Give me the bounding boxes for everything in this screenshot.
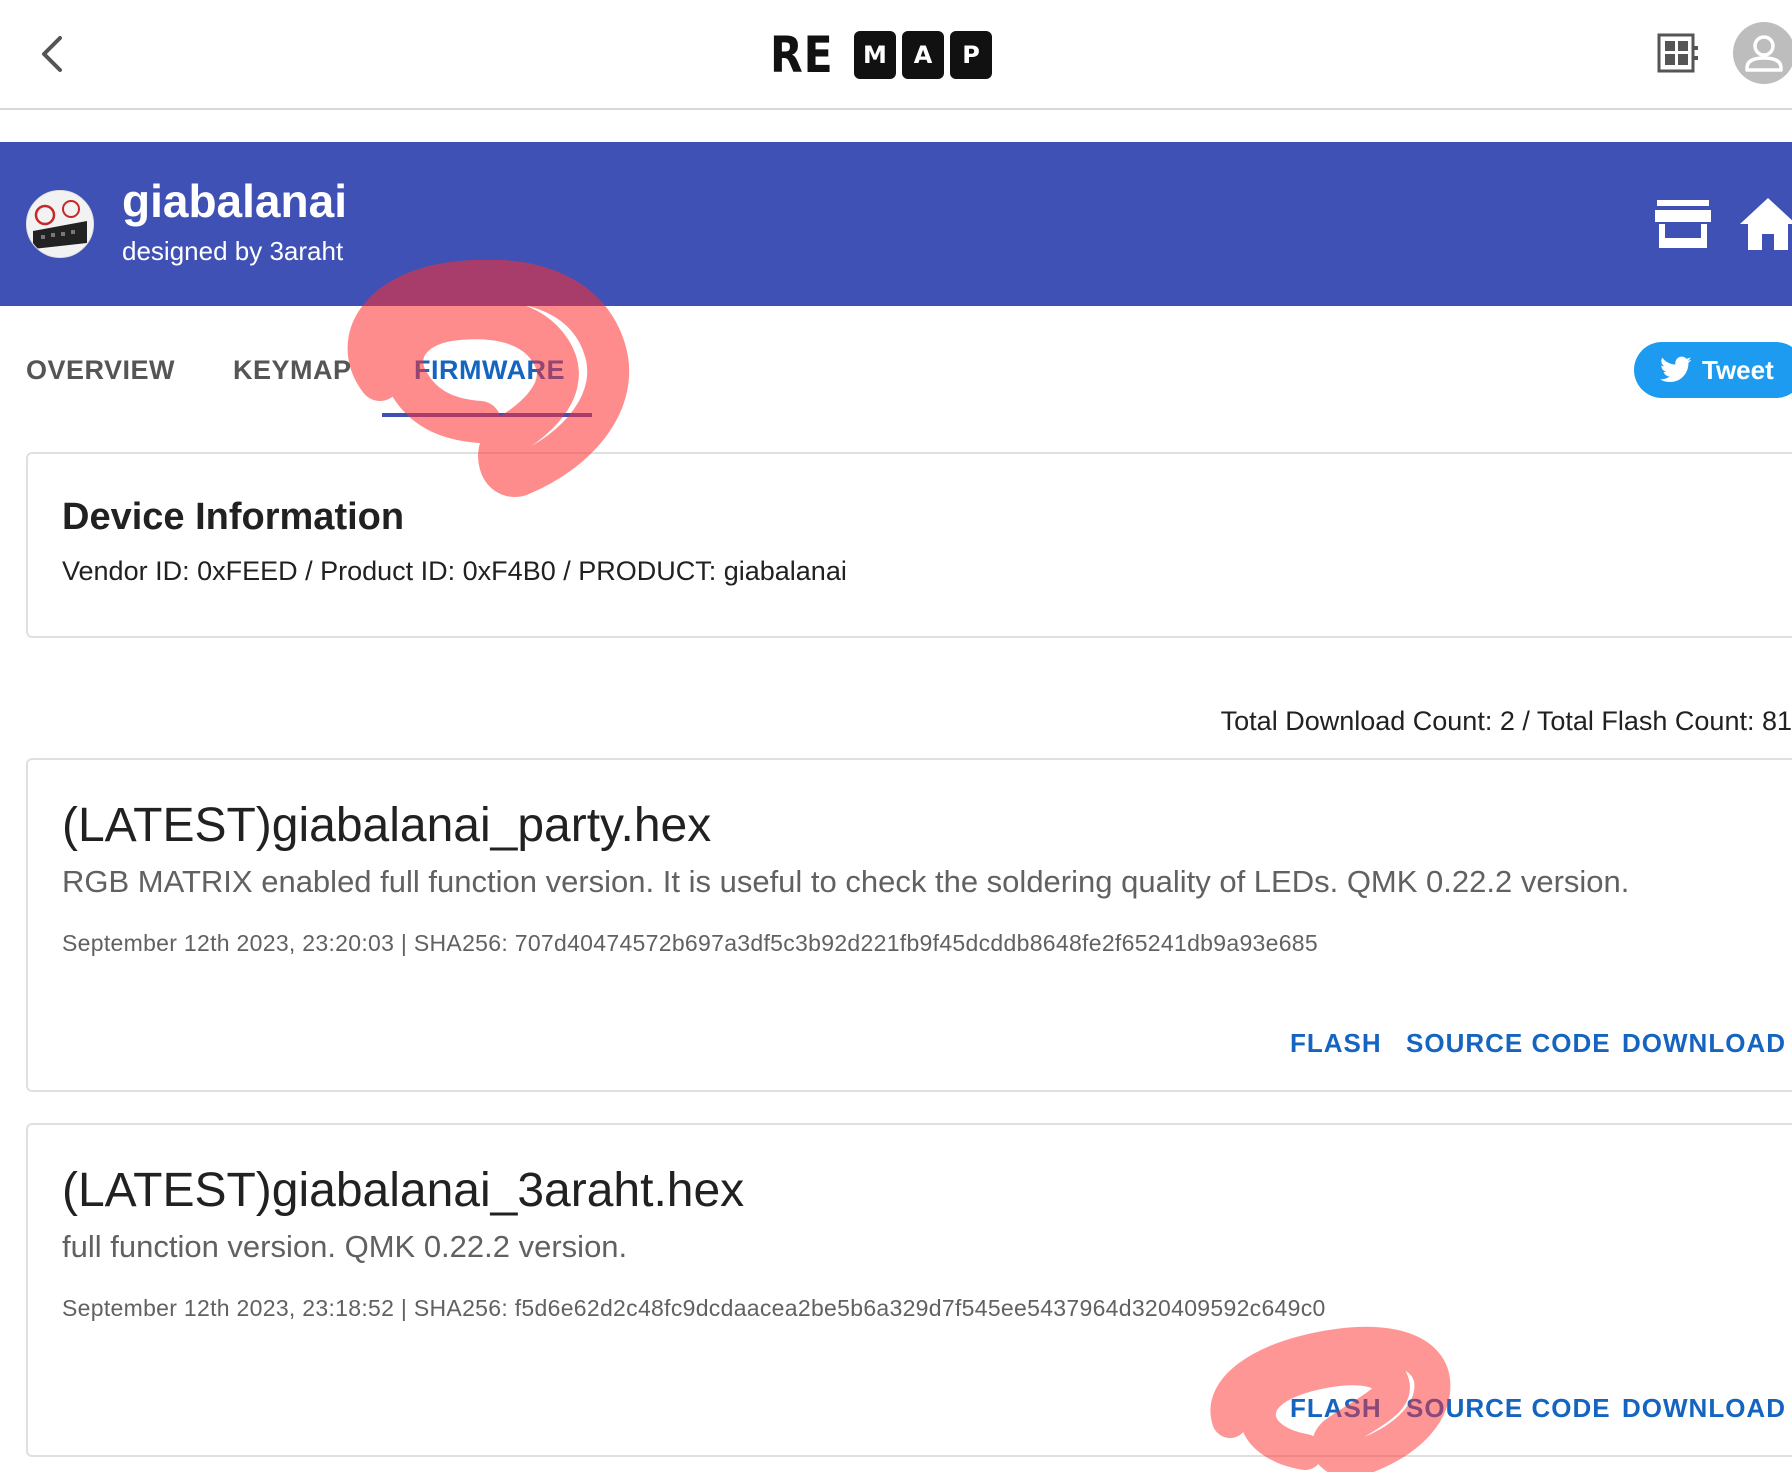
keyboard-thumbnail	[26, 190, 94, 258]
download-button[interactable]: DOWNLOAD	[1622, 1028, 1786, 1059]
tab-overview[interactable]: OVERVIEW	[26, 355, 175, 386]
download-flash-counts: Total Download Count: 2 / Total Flash Co…	[1220, 706, 1792, 736]
remap-logo[interactable]: RE M A P	[770, 28, 992, 82]
tweet-button[interactable]: Tweet	[1634, 342, 1792, 398]
logo-letter: M	[854, 31, 896, 79]
firmware-card: (LATEST)giabalanai_3araht.hex full funct…	[26, 1123, 1792, 1457]
flash-button[interactable]: FLASH	[1290, 1393, 1382, 1424]
tweet-label: Tweet	[1702, 354, 1774, 385]
back-arrow-icon[interactable]	[30, 20, 80, 84]
device-information-card: Device Information Vendor ID: 0xFEED / P…	[26, 452, 1792, 638]
download-button[interactable]: DOWNLOAD	[1622, 1393, 1786, 1424]
firmware-name: (LATEST)giabalanai_3araht.hex	[62, 1164, 745, 1217]
home-icon[interactable]	[1738, 196, 1792, 252]
keyboard-name: giabalanai	[122, 175, 347, 227]
firmware-description: full function version. QMK 0.22.2 versio…	[62, 1229, 628, 1264]
firmware-name: (LATEST)giabalanai_party.hex	[62, 799, 712, 852]
logo-prefix: RE	[770, 26, 834, 84]
catalog-grid-icon[interactable]	[1656, 32, 1700, 76]
logo-letter: A	[902, 31, 944, 79]
active-tab-indicator	[382, 413, 592, 417]
firmware-card: (LATEST)giabalanai_party.hex RGB MATRIX …	[26, 758, 1792, 1092]
twitter-bird-icon	[1660, 356, 1692, 382]
tab-firmware[interactable]: FIRMWARE	[414, 355, 565, 386]
source-code-button[interactable]: SOURCE CODE	[1406, 1393, 1611, 1424]
firmware-meta: September 12th 2023, 23:20:03 | SHA256: …	[62, 930, 1318, 956]
device-ids: Vendor ID: 0xFEED / Product ID: 0xF4B0 /…	[62, 556, 847, 586]
logo-letter: P	[950, 31, 992, 79]
firmware-description: RGB MATRIX enabled full function version…	[62, 864, 1630, 899]
device-info-title: Device Information	[62, 496, 405, 538]
store-icon[interactable]	[1654, 198, 1712, 250]
account-avatar-icon[interactable]	[1733, 22, 1792, 84]
source-code-button[interactable]: SOURCE CODE	[1406, 1028, 1611, 1059]
keyboard-designer: designed by 3araht	[122, 236, 344, 266]
tab-keymap[interactable]: KEYMAP	[233, 355, 352, 386]
app-bar: RE M A P	[0, 0, 1792, 110]
flash-button[interactable]: FLASH	[1290, 1028, 1382, 1059]
firmware-meta: September 12th 2023, 23:18:52 | SHA256: …	[62, 1295, 1326, 1321]
